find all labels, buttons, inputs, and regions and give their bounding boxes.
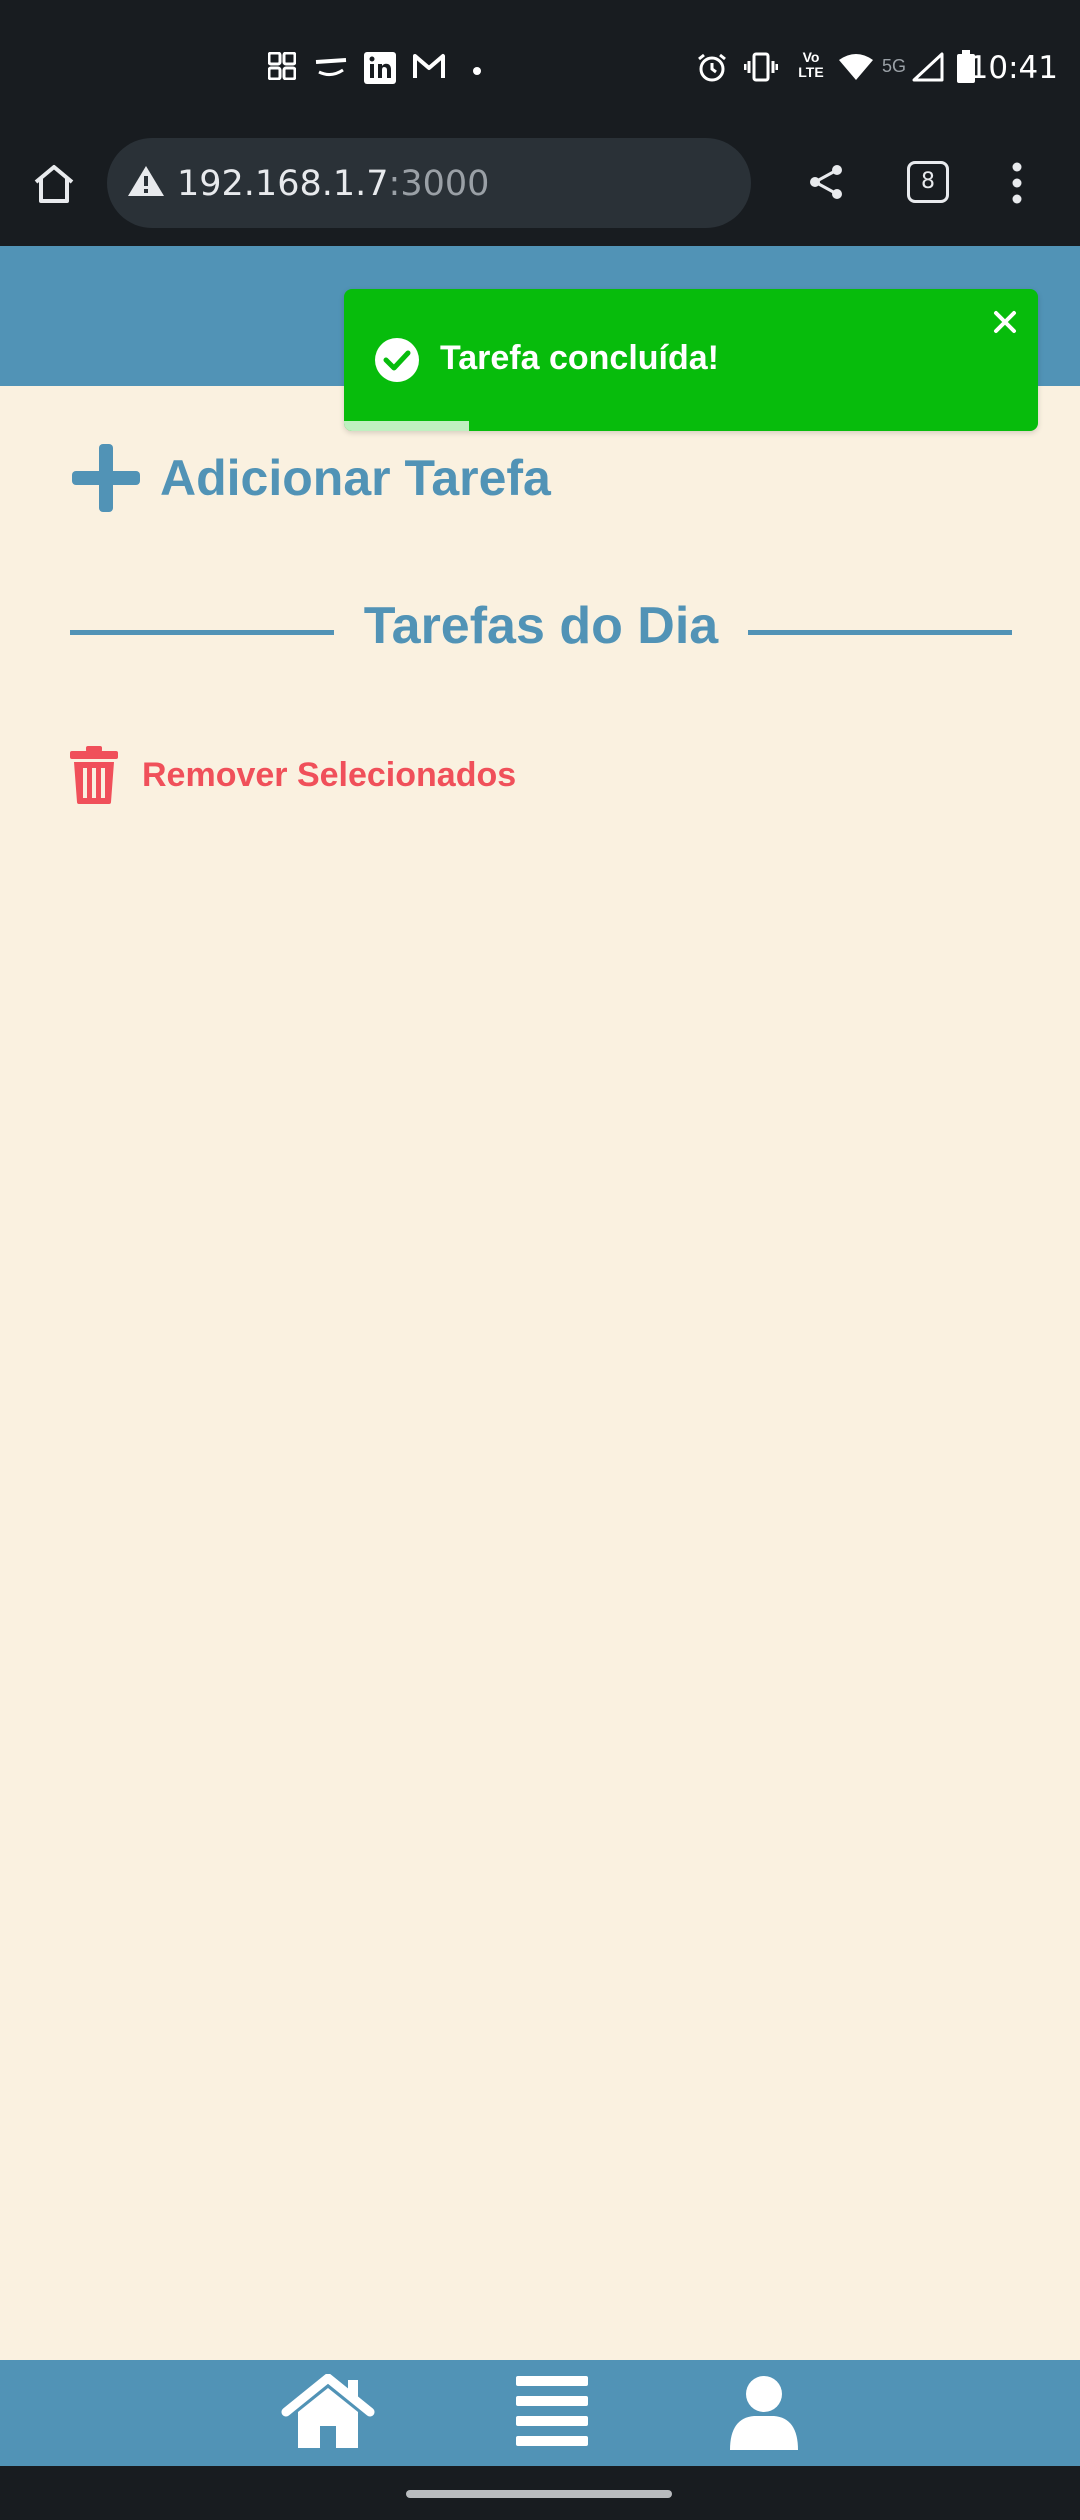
share-icon[interactable] bbox=[806, 162, 846, 202]
url-bar[interactable]: 192.168.1.7:3000 bbox=[107, 138, 751, 228]
home-icon[interactable] bbox=[280, 2374, 376, 2450]
section-header: Tarefas do Dia bbox=[70, 596, 1012, 660]
toast-progress-bar bbox=[344, 421, 469, 431]
bottom-nav bbox=[0, 2360, 1080, 2466]
remove-selected-label: Remover Selecionados bbox=[142, 755, 517, 794]
browser-toolbar: 192.168.1.7:3000 8 bbox=[0, 130, 1080, 246]
alarm-icon bbox=[698, 53, 726, 82]
check-circle-icon bbox=[375, 338, 419, 382]
url-host: 192.168.1.7 bbox=[177, 164, 389, 204]
close-icon[interactable] bbox=[992, 309, 1018, 335]
more-options-icon[interactable] bbox=[1008, 160, 1026, 206]
network-type-label: 5G bbox=[882, 56, 907, 76]
dot-icon bbox=[473, 67, 481, 75]
add-task-label: Adicionar Tarefa bbox=[160, 450, 551, 506]
ifood-icon bbox=[315, 58, 347, 77]
remove-selected-button[interactable]: Remover Selecionados bbox=[70, 744, 516, 806]
gesture-handle[interactable] bbox=[406, 2490, 672, 2498]
clock: 10:41 bbox=[968, 50, 1058, 86]
tab-switcher-button[interactable]: 8 bbox=[907, 161, 949, 203]
vibrate-icon bbox=[744, 52, 778, 82]
section-title: Tarefas do Dia bbox=[363, 597, 719, 655]
add-task-button[interactable]: Adicionar Tarefa bbox=[70, 440, 551, 516]
system-navigation-bar bbox=[0, 2466, 1080, 2520]
home-icon[interactable] bbox=[32, 162, 76, 206]
url-text[interactable]: 192.168.1.7:3000 bbox=[177, 164, 489, 204]
signal-icon bbox=[912, 52, 944, 82]
trash-icon bbox=[70, 746, 118, 804]
menu-icon[interactable] bbox=[516, 2374, 588, 2450]
volte-label: Vo LTE bbox=[798, 49, 824, 80]
gmail-icon bbox=[413, 54, 445, 78]
linkedin-icon bbox=[364, 52, 396, 84]
grid-apps-icon bbox=[268, 52, 296, 80]
success-toast[interactable]: Tarefa concluída! bbox=[344, 289, 1038, 431]
not-secure-warning-icon[interactable] bbox=[127, 164, 165, 198]
url-port: :3000 bbox=[388, 164, 490, 204]
user-icon[interactable] bbox=[728, 2374, 800, 2450]
status-bar: Vo LTE 5G 10:41 bbox=[0, 0, 1080, 130]
toast-message: Tarefa concluída! bbox=[440, 339, 719, 377]
plus-icon bbox=[72, 444, 140, 512]
wifi-icon bbox=[839, 54, 873, 80]
divider-right bbox=[748, 630, 1012, 635]
